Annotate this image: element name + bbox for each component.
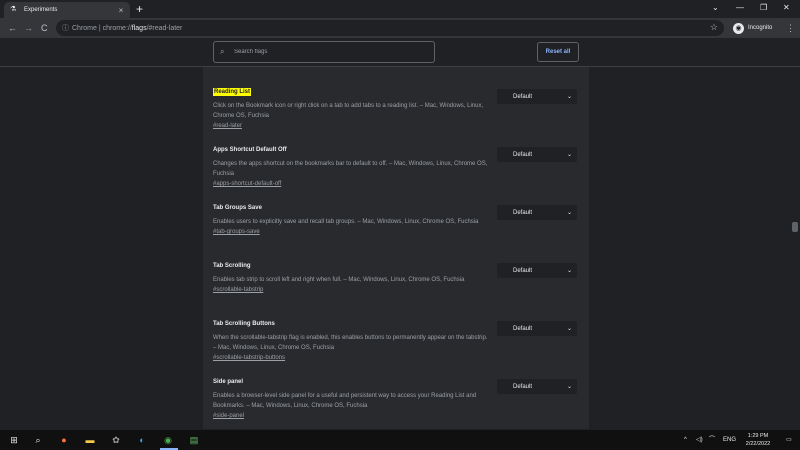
flag-select[interactable]: Default ⌄	[497, 379, 577, 394]
incognito-label: Incognito	[748, 25, 773, 31]
close-window-button[interactable]: ✕	[783, 2, 790, 14]
flag-title: Tab Scrolling Buttons	[213, 321, 275, 327]
flag-description: Enables a browser-level side panel for a…	[213, 393, 477, 409]
flag-title: Reading List	[213, 88, 252, 96]
tab-experiments[interactable]: ⚗ Experiments ×	[4, 2, 130, 18]
flag-permalink[interactable]: #scrollable-tabstrip-buttons	[213, 353, 579, 363]
flag-title: Tab Scrolling	[213, 263, 251, 269]
flag-description: Click on the Bookmark icon or right clic…	[213, 103, 484, 119]
flag-select-value: Default	[513, 93, 533, 100]
firefox-icon[interactable]: ●	[57, 433, 71, 447]
flag-select-value: Default	[513, 383, 533, 390]
page-scrollbar[interactable]	[790, 67, 800, 429]
flag-select[interactable]: Default ⌄	[497, 205, 577, 220]
incognito-profile-button[interactable]: ◉ Incognito	[730, 20, 778, 36]
info-icon[interactable]: ⓘ	[62, 23, 72, 33]
tab-close-icon[interactable]: ×	[116, 6, 126, 15]
flag-select[interactable]: Default ⌄	[497, 147, 577, 162]
notifications-icon[interactable]: ▭	[786, 435, 792, 445]
chevron-down-icon: ⌄	[566, 268, 572, 274]
flag-permalink[interactable]: #scrollable-tabstrip	[213, 285, 579, 295]
flag-permalink[interactable]: #apps-shortcut-default-off	[213, 179, 579, 189]
scrollbar-thumb[interactable]	[792, 222, 798, 232]
flag-select[interactable]: Default ⌄	[497, 321, 577, 336]
reset-all-button[interactable]: Reset all	[537, 42, 579, 62]
flag-select-value: Default	[513, 209, 533, 216]
flags-header: ⌕ Reset all	[0, 38, 800, 67]
search-icon: ⌕	[220, 47, 225, 56]
volume-icon[interactable]: ◁)	[696, 435, 703, 445]
flag-item: Apps Shortcut Default Off Changes the ap…	[213, 138, 579, 196]
flag-item: Side panel Enables a browser-level side …	[213, 370, 579, 428]
tab-search-chevron-icon[interactable]: ⌄	[712, 2, 719, 14]
flag-description: Enables users to explicitly save and rec…	[213, 219, 479, 225]
flask-icon: ⚗	[10, 6, 17, 13]
url-text: Chrome | chrome://flags/#read-later	[72, 24, 183, 32]
address-bar[interactable]: ⓘ Chrome | chrome://flags/#read-later ☆	[56, 20, 724, 36]
edge-icon[interactable]: ◐	[135, 433, 149, 447]
chevron-down-icon: ⌄	[566, 152, 572, 158]
chevron-down-icon: ⌄	[566, 326, 572, 332]
forward-button[interactable]: →	[24, 21, 33, 35]
flag-select[interactable]: Default ⌄	[497, 89, 577, 104]
flag-permalink[interactable]: #tab-groups-save	[213, 227, 579, 237]
flag-description: When the scrollable-tabstrip flag is ena…	[213, 335, 488, 351]
flag-title: Apps Shortcut Default Off	[213, 147, 287, 153]
flag-permalink[interactable]: #side-panel	[213, 411, 579, 421]
chevron-down-icon: ⌄	[566, 210, 572, 216]
file-explorer-icon[interactable]: ▬	[83, 433, 97, 447]
network-icon[interactable]: ⌒	[709, 435, 715, 445]
incognito-icon: ◉	[733, 22, 744, 34]
chrome-icon[interactable]: ◉	[161, 433, 175, 447]
flag-item: Tab Groups Save Enables users to explici…	[213, 196, 579, 254]
flag-item: Tab Scrolling Buttons When the scrollabl…	[213, 312, 579, 370]
flag-select[interactable]: Default ⌄	[497, 263, 577, 278]
flag-item: Reading List Click on the Bookmark icon …	[213, 80, 579, 138]
windows-start-icon[interactable]: ⊞	[7, 433, 21, 447]
language-indicator[interactable]: ENG	[723, 435, 736, 445]
search-flags-input[interactable]	[234, 49, 414, 55]
windows-taskbar: ⊞ ⌕ ● ▬ ✿ ◐ ◉ ▤ ^ ◁) ⌒ ENG 1:29 PM 2/22/…	[0, 430, 800, 450]
maximize-button[interactable]: ❐	[760, 2, 767, 14]
clock[interactable]: 1:29 PM 2/22/2022	[738, 432, 778, 448]
flag-title: Tab Groups Save	[213, 205, 262, 211]
flag-description: Enables tab strip to scroll left and rig…	[213, 277, 465, 283]
more-menu-icon[interactable]: ⋮	[786, 21, 795, 35]
search-icon[interactable]: ⌕	[31, 433, 45, 447]
new-tab-button[interactable]: +	[136, 2, 143, 16]
tray-chevron-icon[interactable]: ^	[684, 435, 687, 445]
clock-date: 2/22/2022	[745, 441, 771, 447]
flag-description: Changes the apps shortcut on the bookmar…	[213, 161, 488, 177]
flag-permalink[interactable]: #read-later	[213, 121, 579, 131]
clock-time: 1:29 PM	[747, 433, 769, 439]
reload-button[interactable]: C	[41, 21, 48, 35]
notepad-plus-icon[interactable]: ▤	[187, 433, 201, 447]
minimize-button[interactable]: —	[736, 2, 744, 14]
chevron-down-icon: ⌄	[566, 384, 572, 390]
flag-title: Side panel	[213, 379, 244, 385]
flag-select-value: Default	[513, 267, 533, 274]
chevron-down-icon: ⌄	[566, 94, 572, 100]
title-bar: ⚗ Experiments × + ⌄ — ❐ ✕	[0, 0, 800, 18]
bookmark-star-icon[interactable]: ☆	[710, 22, 718, 33]
search-box[interactable]: ⌕	[213, 41, 435, 63]
flags-list: Reading List Click on the Bookmark icon …	[203, 67, 589, 429]
flag-item: Tab Scrolling Enables tab strip to scrol…	[213, 254, 579, 312]
tab-title: Experiments	[24, 7, 58, 13]
app-icon[interactable]: ✿	[109, 433, 123, 447]
back-button[interactable]: ←	[8, 21, 17, 35]
browser-toolbar: ← → C ⓘ Chrome | chrome://flags/#read-la…	[0, 18, 800, 38]
flag-select-value: Default	[513, 151, 533, 158]
flag-select-value: Default	[513, 325, 533, 332]
